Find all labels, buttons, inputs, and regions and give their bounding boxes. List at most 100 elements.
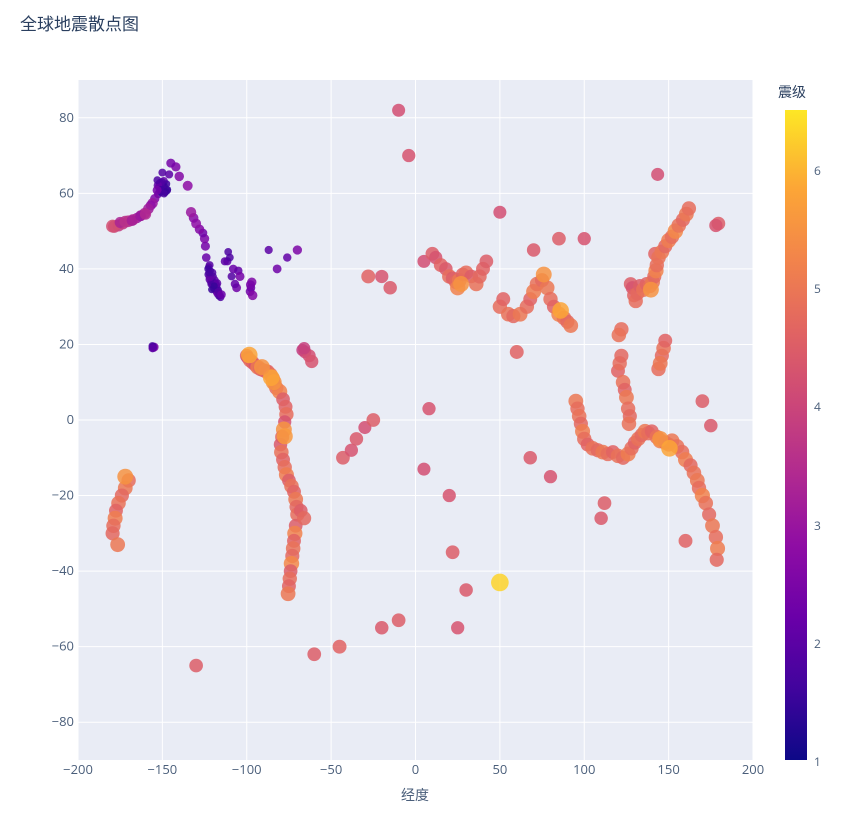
earthquake-point[interactable] [205, 269, 213, 277]
earthquake-point[interactable] [651, 168, 664, 181]
earthquake-point[interactable] [563, 318, 578, 333]
earthquake-point[interactable] [186, 207, 196, 217]
earthquake-point[interactable] [283, 253, 291, 261]
earthquake-point[interactable] [491, 574, 509, 592]
colorbar-tick: 5 [814, 280, 821, 297]
earthquake-point[interactable] [598, 496, 612, 510]
earthquake-point[interactable] [643, 282, 659, 298]
earthquake-point[interactable] [241, 347, 258, 364]
earthquake-point[interactable] [383, 281, 396, 294]
earthquake-point[interactable] [277, 428, 293, 444]
earthquake-point[interactable] [248, 291, 258, 301]
earthquake-point[interactable] [231, 280, 239, 288]
svg-text:−50: −50 [320, 760, 342, 778]
earthquake-point[interactable] [696, 394, 710, 408]
svg-text:−40: −40 [52, 561, 74, 579]
earthquake-point[interactable] [148, 344, 156, 352]
earthquake-point[interactable] [273, 264, 282, 273]
earthquake-point[interactable] [459, 583, 472, 596]
earthquake-point[interactable] [417, 463, 430, 476]
earthquake-point[interactable] [165, 170, 173, 178]
earthquake-point[interactable] [578, 232, 591, 245]
colorbar-tick: 3 [814, 517, 821, 534]
earthquake-point[interactable] [305, 355, 318, 368]
earthquake-point[interactable] [228, 272, 236, 280]
earthquake-point[interactable] [443, 489, 456, 502]
earthquake-point[interactable] [480, 254, 494, 268]
earthquake-point[interactable] [658, 334, 672, 348]
earthquake-point[interactable] [226, 254, 234, 262]
earthquake-point[interactable] [544, 470, 557, 483]
earthquake-point[interactable] [375, 621, 388, 634]
earthquake-point[interactable] [709, 219, 722, 232]
earthquake-point[interactable] [160, 190, 168, 198]
earthquake-point[interactable] [366, 413, 380, 427]
earthquake-point[interactable] [552, 232, 566, 246]
svg-text:−150: −150 [148, 760, 178, 778]
x-axis-label: 经度 [401, 786, 429, 805]
earthquake-point[interactable] [281, 586, 296, 601]
earthquake-point[interactable] [594, 511, 607, 524]
earthquake-point[interactable] [117, 469, 133, 485]
earthquake-point[interactable] [110, 537, 125, 552]
earthquake-point[interactable] [614, 349, 628, 363]
x-ticks: −200−150−100−50050100150200 [78, 760, 753, 780]
colorbar-title: 震级 [778, 82, 806, 102]
svg-text:200: 200 [742, 760, 764, 778]
earthquake-point[interactable] [682, 201, 696, 215]
earthquake-point[interactable] [307, 647, 321, 661]
earthquake-point[interactable] [153, 176, 161, 184]
earthquake-point[interactable] [297, 511, 311, 525]
earthquake-point[interactable] [612, 328, 627, 343]
colorbar-tick: 6 [814, 162, 821, 179]
earthquake-point[interactable] [493, 206, 506, 219]
earthquake-point[interactable] [375, 270, 388, 283]
earthquake-point[interactable] [246, 280, 255, 289]
earthquake-point[interactable] [189, 659, 203, 673]
earthquake-point[interactable] [704, 419, 717, 432]
earthquake-point[interactable] [524, 451, 537, 464]
earthquake-point[interactable] [140, 208, 151, 219]
earthquake-point[interactable] [254, 359, 270, 375]
earthquake-point[interactable] [446, 545, 460, 559]
earthquake-point[interactable] [453, 276, 469, 292]
earthquake-point[interactable] [710, 553, 724, 567]
earthquake-point[interactable] [496, 292, 510, 306]
earthquake-point[interactable] [158, 169, 166, 177]
earthquake-point[interactable] [298, 342, 310, 354]
earthquake-point[interactable] [402, 149, 415, 162]
earthquake-point[interactable] [510, 345, 524, 359]
earthquake-point[interactable] [235, 272, 244, 281]
earthquake-point[interactable] [211, 282, 218, 289]
earthquake-point[interactable] [392, 613, 406, 627]
svg-text:40: 40 [59, 259, 74, 277]
earthquake-point[interactable] [333, 640, 347, 654]
earthquake-point[interactable] [653, 356, 668, 371]
earthquake-point[interactable] [392, 104, 405, 117]
earthquake-point[interactable] [552, 302, 569, 319]
scatter-chart: 全球地震散点图 −200−150−100−50050100150200 −80−… [0, 0, 843, 831]
earthquake-point[interactable] [174, 172, 184, 182]
earthquake-point[interactable] [451, 621, 464, 634]
earthquake-point[interactable] [202, 253, 211, 262]
earthquake-point[interactable] [217, 290, 226, 299]
svg-text:60: 60 [59, 183, 74, 201]
earthquake-point[interactable] [527, 243, 540, 256]
earthquake-point[interactable] [361, 269, 375, 283]
earthquake-point[interactable] [265, 246, 273, 254]
earthquake-point[interactable] [661, 440, 678, 457]
plot-area[interactable] [78, 80, 753, 760]
svg-text:50: 50 [492, 760, 507, 778]
earthquake-point[interactable] [622, 416, 637, 431]
colorbar[interactable] [785, 110, 807, 760]
earthquake-point[interactable] [293, 245, 302, 254]
earthquake-point[interactable] [679, 534, 693, 548]
earthquake-point[interactable] [536, 267, 552, 283]
svg-text:−200: −200 [63, 760, 93, 778]
earthquake-point[interactable] [350, 432, 363, 445]
svg-text:−100: −100 [232, 760, 262, 778]
chart-title: 全球地震散点图 [20, 10, 139, 35]
earthquake-point[interactable] [422, 402, 435, 415]
earthquake-point[interactable] [183, 181, 193, 191]
earthquake-point[interactable] [166, 159, 175, 168]
